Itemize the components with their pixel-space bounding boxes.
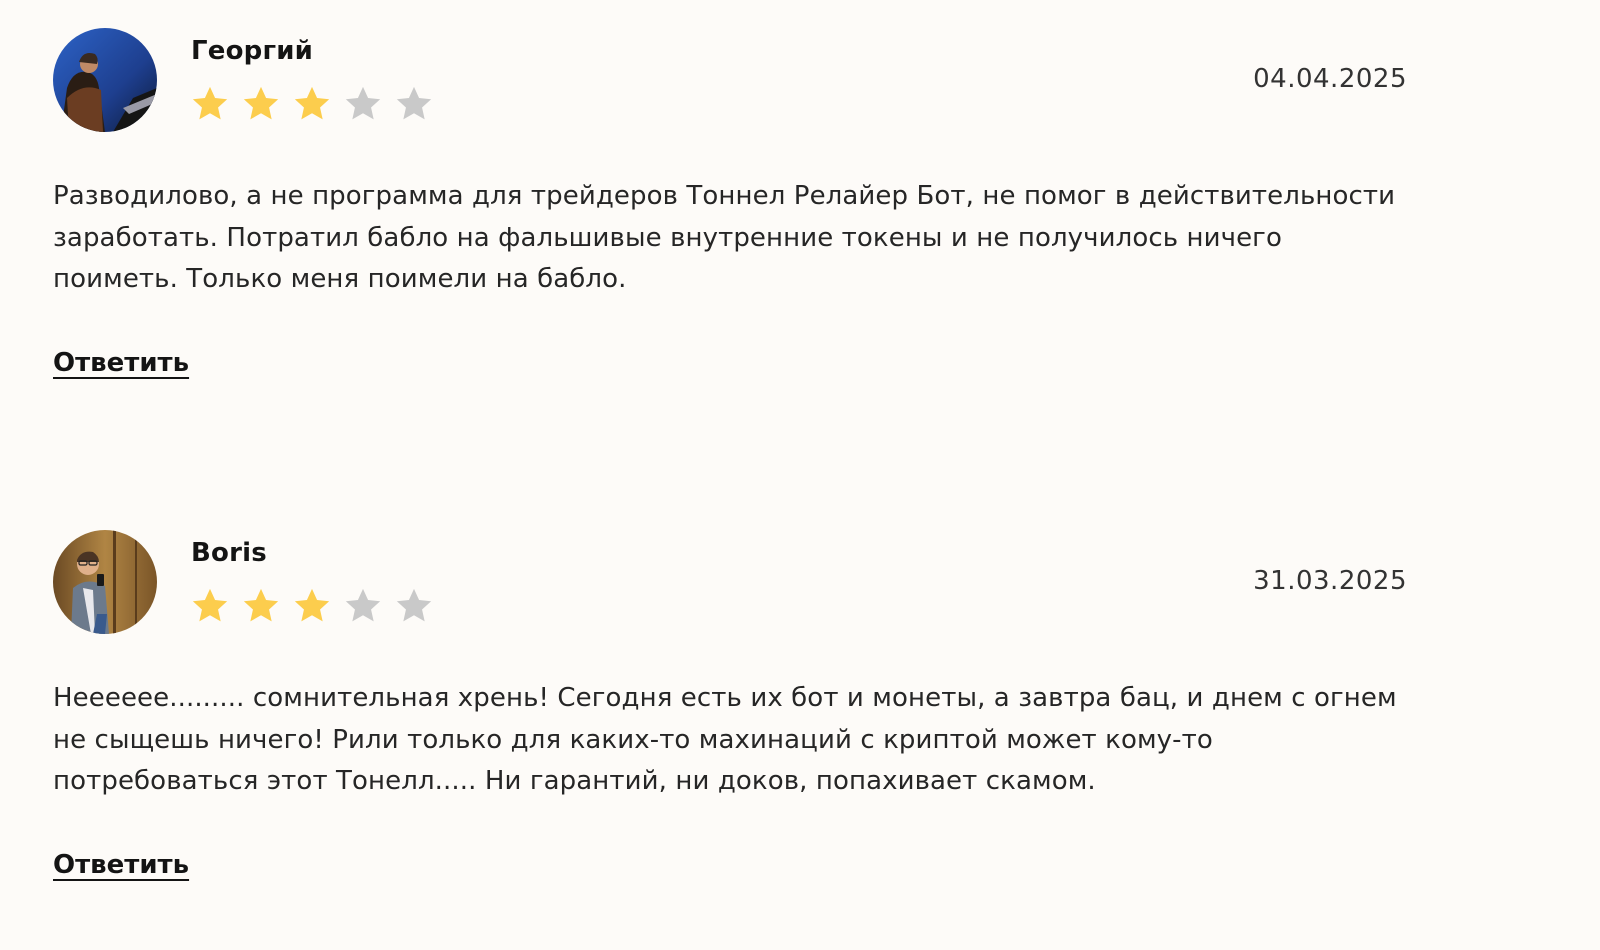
author-name: Boris [191, 538, 267, 568]
review-date: 04.04.2025 [1253, 64, 1407, 94]
author-name: Георгий [191, 36, 314, 66]
reply-link[interactable]: Ответить [53, 850, 189, 880]
reply-link[interactable]: Ответить [53, 348, 189, 378]
star-empty-icon [342, 83, 384, 125]
star-empty-icon [342, 585, 384, 627]
avatar [53, 530, 157, 634]
avatar [53, 28, 157, 132]
review-text: Неееееe......... сомнительная хрень! Сег… [53, 683, 1397, 796]
review-date: 31.03.2025 [1253, 566, 1407, 596]
star-filled-icon [240, 585, 282, 627]
star-rating [189, 585, 435, 629]
star-filled-icon [240, 83, 282, 125]
star-filled-icon [291, 83, 333, 125]
star-filled-icon [291, 585, 333, 627]
star-filled-icon [189, 83, 231, 125]
star-empty-icon [393, 83, 435, 125]
review-text: Разводилово, а не программа для трейдеро… [53, 181, 1396, 294]
star-empty-icon [393, 585, 435, 627]
star-rating [189, 83, 435, 127]
star-filled-icon [189, 585, 231, 627]
